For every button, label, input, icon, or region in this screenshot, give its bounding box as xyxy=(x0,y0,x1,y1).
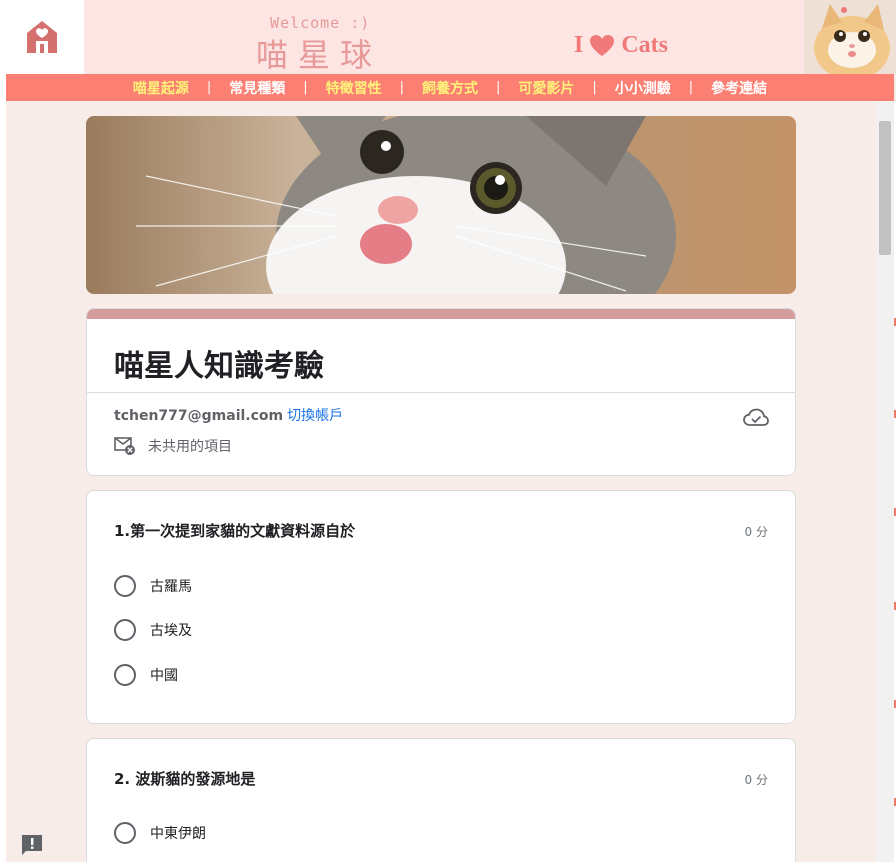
option-label: 古埃及 xyxy=(150,623,192,639)
question-card-2: 2. 波斯貓的發源地是 0 分 中東伊朗 xyxy=(86,738,796,862)
q1-option-1[interactable]: 古羅馬 xyxy=(114,575,192,597)
i-love-cats: I Cats xyxy=(574,32,668,59)
cloud-saved-icon xyxy=(743,408,769,426)
nav-item-4[interactable]: 飼養方式 xyxy=(404,78,496,98)
cat-thumbnail-image xyxy=(804,0,896,74)
radio-button[interactable] xyxy=(114,822,136,844)
vertical-scrollbar[interactable] xyxy=(876,101,894,862)
scrollbar-thumb[interactable] xyxy=(879,121,891,255)
radio-button[interactable] xyxy=(114,575,136,597)
ilove-i: I xyxy=(574,32,584,58)
home-button[interactable] xyxy=(0,0,84,74)
question-card-1: 1.第一次提到家貓的文獻資料源自於 0 分 古羅馬 古埃及 中國 xyxy=(86,490,796,724)
report-feedback-icon[interactable] xyxy=(20,833,44,857)
nav-item-6[interactable]: 小小測驗 xyxy=(597,78,689,98)
not-shared-row: 未共用的項目 xyxy=(114,436,232,456)
home-icon xyxy=(27,21,57,53)
heart-icon xyxy=(590,34,615,56)
form-title-card: 喵星人知識考驗 tchen777@gmail.com 切換帳戶 未共用的項目 xyxy=(86,308,796,476)
switch-account-link[interactable]: 切換帳戶 xyxy=(287,408,343,424)
option-label: 古羅馬 xyxy=(150,579,192,595)
account-row: tchen777@gmail.com 切換帳戶 xyxy=(114,405,343,425)
not-shared-text: 未共用的項目 xyxy=(148,439,232,455)
radio-button[interactable] xyxy=(114,664,136,686)
nav-item-1[interactable]: 喵星起源 xyxy=(115,78,207,98)
q1-option-3[interactable]: 中國 xyxy=(114,664,178,686)
left-strip xyxy=(0,74,6,862)
not-shared-icon xyxy=(114,437,135,455)
nav-item-3[interactable]: 特徵習性 xyxy=(308,78,400,98)
site-title: 喵星球 xyxy=(256,36,383,74)
q1-option-2[interactable]: 古埃及 xyxy=(114,619,192,641)
radio-button[interactable] xyxy=(114,619,136,641)
question-2-points: 0 分 xyxy=(744,773,768,787)
form-title: 喵星人知識考驗 xyxy=(114,349,324,384)
account-email: tchen777@gmail.com xyxy=(114,408,284,424)
title-accent-band xyxy=(87,309,795,319)
q2-option-1[interactable]: 中東伊朗 xyxy=(114,822,206,844)
nav-item-2[interactable]: 常見種類 xyxy=(211,78,303,98)
site-header: Welcome :) 喵星球 I Cats xyxy=(0,0,896,74)
question-2-title: 2. 波斯貓的發源地是 xyxy=(114,770,256,788)
option-label: 中東伊朗 xyxy=(150,826,206,842)
question-1-points: 0 分 xyxy=(744,525,768,539)
title-divider xyxy=(87,392,795,393)
option-label: 中國 xyxy=(150,668,178,684)
question-1-title: 1.第一次提到家貓的文獻資料源自於 xyxy=(114,522,356,540)
nav-item-5[interactable]: 可愛影片 xyxy=(500,78,592,98)
nav-item-7[interactable]: 參考連結 xyxy=(693,78,785,98)
form-banner-image xyxy=(86,116,796,294)
ilove-cats: Cats xyxy=(621,32,669,58)
top-nav: 喵星起源 | 常見種類 | 特徵習性 | 飼養方式 | 可愛影片 | 小小測驗 | 參考連結 xyxy=(6,74,894,101)
